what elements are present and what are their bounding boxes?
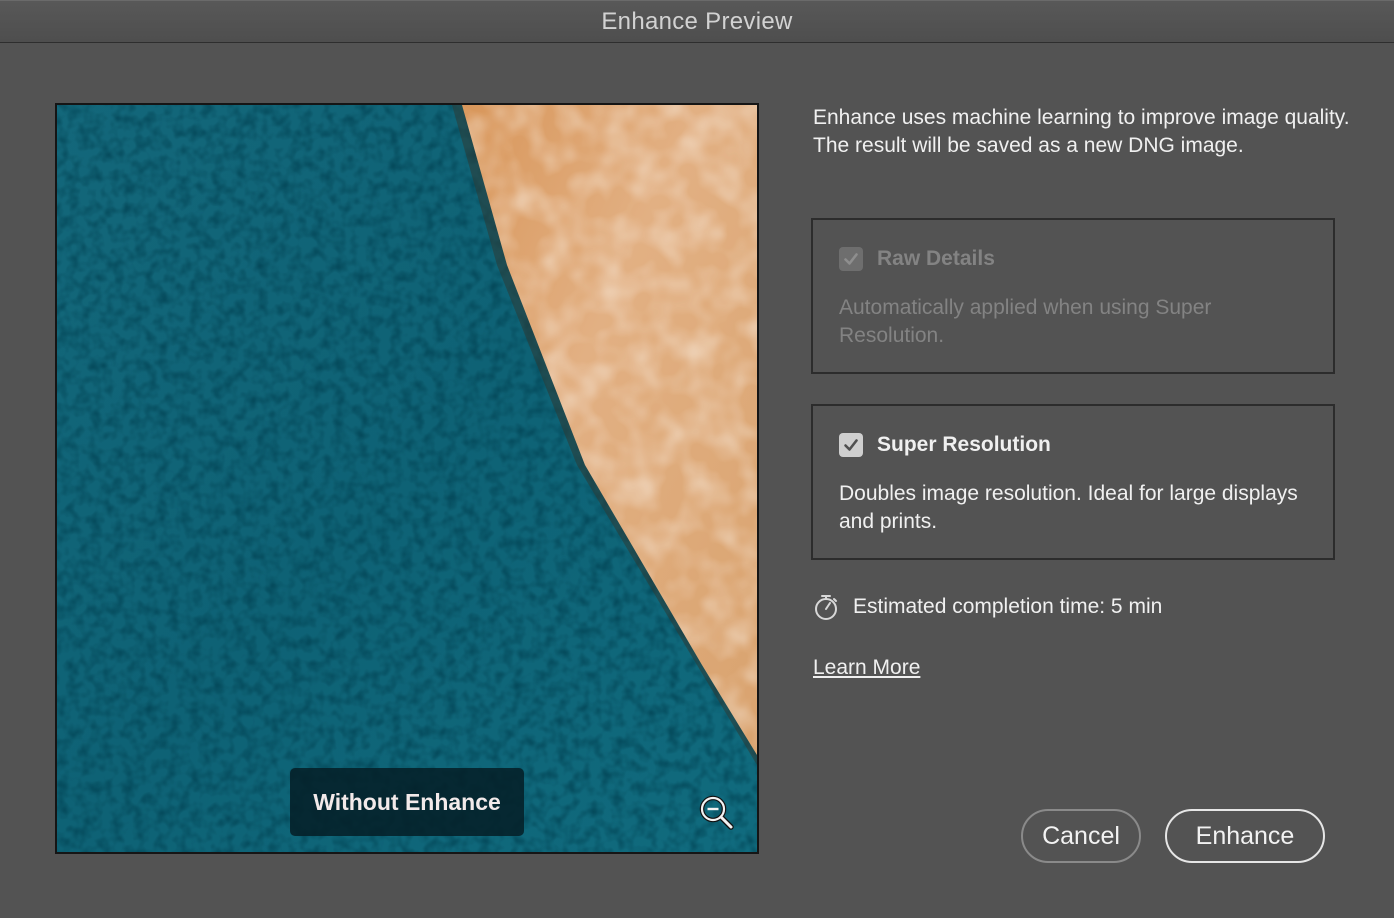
estimated-time-text: Estimated completion time: 5 min: [853, 595, 1163, 618]
super-resolution-checkbox[interactable]: [839, 433, 863, 457]
cancel-button[interactable]: Cancel: [1021, 809, 1141, 863]
learn-more-link[interactable]: Learn More: [813, 656, 920, 680]
zoom-out-icon[interactable]: [697, 793, 737, 833]
super-resolution-label[interactable]: Super Resolution: [877, 433, 1051, 457]
preview-image: [57, 105, 757, 852]
super-resolution-description: Doubles image resolution. Ideal for larg…: [839, 482, 1298, 533]
stopwatch-icon: [815, 595, 837, 620]
enhance-preview-dialog: Enhance Preview Without Enhance Enhance …: [0, 0, 1394, 918]
raw-details-description: Automatically applied when using Super R…: [839, 296, 1212, 347]
title-bar: Enhance Preview: [0, 0, 1394, 43]
raw-details-option: Raw Details Automatically applied when u…: [811, 218, 1335, 374]
without-enhance-badge[interactable]: Without Enhance: [290, 768, 524, 836]
raw-details-checkbox: [839, 247, 863, 271]
checkmark-icon: [844, 439, 858, 451]
image-preview[interactable]: Without Enhance: [55, 103, 759, 854]
checkmark-icon: [844, 253, 858, 265]
estimated-time: Estimated completion time: 5 min: [813, 593, 1162, 621]
dialog-title: Enhance Preview: [601, 8, 793, 35]
enhance-description: Enhance uses machine learning to improve…: [813, 106, 1350, 157]
super-resolution-option: Super Resolution Doubles image resolutio…: [811, 404, 1335, 560]
raw-details-label: Raw Details: [877, 247, 995, 270]
enhance-button[interactable]: Enhance: [1165, 809, 1325, 863]
